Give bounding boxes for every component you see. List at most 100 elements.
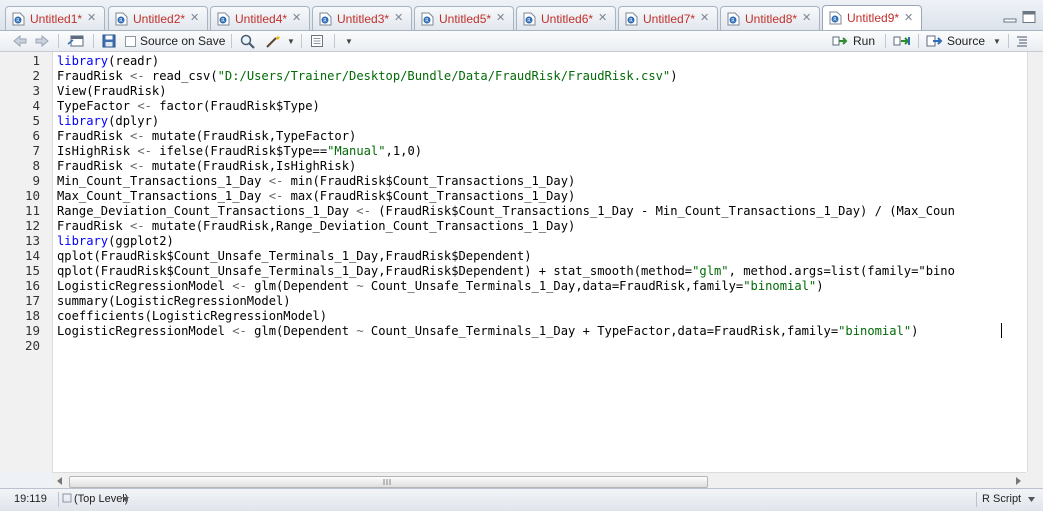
tab-3[interactable]: R Untitled4* ✕ (210, 6, 310, 30)
editor-toolbar: Source on Save ▼ ▼ Run Source ▼ (0, 31, 1043, 52)
r-file-icon: R (421, 12, 434, 26)
source-button[interactable]: Source ▼ (926, 33, 1001, 49)
svg-text:R: R (833, 17, 837, 23)
code-line[interactable]: summary(LogisticRegressionModel) (57, 293, 291, 308)
scope-indicator[interactable]: (Top Level) (62, 493, 128, 505)
code-line[interactable]: library(dplyr) (57, 113, 159, 128)
close-icon[interactable]: ✕ (904, 12, 913, 24)
scroll-left-icon[interactable] (56, 477, 64, 485)
code-line[interactable]: library(readr) (57, 53, 159, 68)
save-button[interactable] (102, 33, 116, 49)
toolbar-separator (1008, 34, 1009, 48)
code-line[interactable]: FraudRisk <- mutate(FraudRisk,TypeFactor… (57, 128, 356, 143)
new-window-icon (67, 35, 84, 47)
close-icon[interactable]: ✕ (87, 13, 96, 24)
back-button[interactable] (12, 33, 28, 49)
close-icon[interactable]: ✕ (496, 13, 505, 24)
line-number: 8 (32, 158, 40, 173)
code-area[interactable]: library(readr) FraudRisk <- read_csv("D:/… (57, 52, 1043, 472)
find-replace-button[interactable] (240, 33, 256, 49)
code-tools-button[interactable]: ▼ (265, 33, 295, 49)
source-on-save-checkbox[interactable] (125, 35, 136, 47)
code-line[interactable]: Max_Count_Transactions_1_Day <- max(Frau… (57, 188, 575, 203)
scroll-right-icon[interactable] (1014, 477, 1022, 485)
tab-1[interactable]: R Untitled1* ✕ (5, 6, 105, 30)
toolbar-separator (93, 34, 94, 48)
code-line[interactable]: LogisticRegressionModel <- glm(Dependent… (57, 323, 918, 338)
vertical-scrollbar[interactable] (1027, 52, 1043, 472)
maximize-icon[interactable] (1022, 10, 1036, 24)
chevron-down-icon: ▼ (287, 36, 295, 46)
close-icon[interactable]: ✕ (802, 13, 811, 24)
compile-report-button[interactable] (310, 33, 324, 49)
toolbar-separator (885, 34, 886, 48)
tab-label: Untitled7* (643, 11, 696, 26)
show-in-window-button[interactable] (67, 33, 85, 49)
line-number: 4 (32, 98, 40, 113)
rerun-button[interactable] (893, 33, 913, 49)
tab-bar: R Untitled1* ✕ R Untitled2* ✕ R Untitled4* ✕ R Unt… (0, 0, 1043, 31)
line-number: 14 (24, 248, 40, 263)
tab-7[interactable]: R Untitled7* ✕ (618, 6, 718, 30)
close-icon[interactable]: ✕ (190, 13, 199, 24)
code-line[interactable]: coefficients(LogisticRegressionModel) (57, 308, 327, 323)
minimize-icon[interactable] (1003, 10, 1017, 24)
close-icon[interactable]: ✕ (394, 13, 403, 24)
code-line[interactable]: qplot(FraudRisk$Count_Unsafe_Terminals_1… (57, 263, 955, 278)
text-cursor (1001, 323, 1002, 338)
code-line[interactable]: Range_Deviation_Count_Transactions_1_Day… (57, 203, 955, 218)
code-line[interactable]: FraudRisk <- mutate(FraudRisk,IsHighRisk… (57, 158, 356, 173)
arrow-right-icon (35, 34, 49, 48)
tab-label: Untitled3* (337, 11, 390, 26)
line-number: 3 (32, 83, 40, 98)
forward-button[interactable] (34, 33, 50, 49)
tab-8[interactable]: R Untitled8* ✕ (720, 6, 820, 30)
search-icon (240, 34, 255, 49)
more-options-button[interactable]: ▼ (345, 33, 353, 49)
tab-2[interactable]: R Untitled2* ✕ (108, 6, 208, 30)
save-icon (102, 34, 116, 48)
toolbar-separator (918, 34, 919, 48)
code-line[interactable]: LogisticRegressionModel <- glm(Dependent… (57, 278, 824, 293)
status-separator (976, 492, 977, 507)
code-line[interactable]: qplot(FraudRisk$Count_Unsafe_Terminals_1… (57, 248, 531, 263)
scrollbar-corner (1027, 472, 1043, 488)
line-number: 6 (32, 128, 40, 143)
line-number: 17 (24, 293, 40, 308)
code-line[interactable]: IsHighRisk <- ifelse(FraudRisk$Type=="Ma… (57, 143, 422, 158)
close-icon[interactable]: ✕ (700, 13, 709, 24)
line-number: 5 (32, 113, 40, 128)
tab-9[interactable]: R Untitled9* ✕ (822, 5, 922, 30)
horizontal-scrollbar[interactable] (52, 472, 1026, 489)
code-line[interactable]: FraudRisk <- read_csv("D:/Users/Trainer/… (57, 68, 678, 83)
tab-4[interactable]: R Untitled3* ✕ (312, 6, 412, 30)
svg-text:R: R (527, 18, 531, 24)
run-button[interactable]: Run (832, 33, 875, 49)
code-editor[interactable]: 1 2 3 4 5 6 7 8 9 10 11 12 13 14 15 16 17 18 19 20 library(… (0, 52, 1043, 472)
r-file-icon: R (12, 12, 25, 26)
code-line[interactable]: Min_Count_Transactions_1_Day <- min(Frau… (57, 173, 575, 188)
code-line[interactable]: FraudRisk <- mutate(FraudRisk,Range_Devi… (57, 218, 575, 233)
close-icon[interactable]: ✕ (598, 13, 607, 24)
code-line[interactable]: library(ggplot2) (57, 233, 174, 248)
source-label: Source (947, 34, 986, 48)
code-line[interactable]: TypeFactor <- factor(FraudRisk$Type) (57, 98, 320, 113)
run-arrow-icon (832, 36, 848, 46)
r-file-icon: R (523, 12, 536, 26)
source-on-save-toggle[interactable]: Source on Save (125, 33, 225, 49)
close-icon[interactable]: ✕ (292, 13, 301, 24)
tab-5[interactable]: R Untitled5* ✕ (414, 6, 514, 30)
tab-label: Untitled6* (541, 11, 594, 26)
tab-label: Untitled2* (133, 11, 186, 26)
tab-6[interactable]: R Untitled6* ✕ (516, 6, 616, 30)
file-type-label: R Script (982, 493, 1022, 505)
status-bar: 19:119 (Top Level) R Script (0, 488, 1043, 511)
code-line[interactable]: View(FraudRisk) (57, 83, 167, 98)
file-type-selector[interactable]: R Script (982, 493, 1021, 505)
line-number: 10 (24, 188, 40, 203)
horizontal-scroll-thumb[interactable] (69, 476, 708, 488)
svg-text:R: R (16, 18, 20, 24)
chevron-down-icon (122, 497, 129, 502)
r-file-icon: R (217, 12, 230, 26)
outline-button[interactable] (1015, 33, 1029, 49)
